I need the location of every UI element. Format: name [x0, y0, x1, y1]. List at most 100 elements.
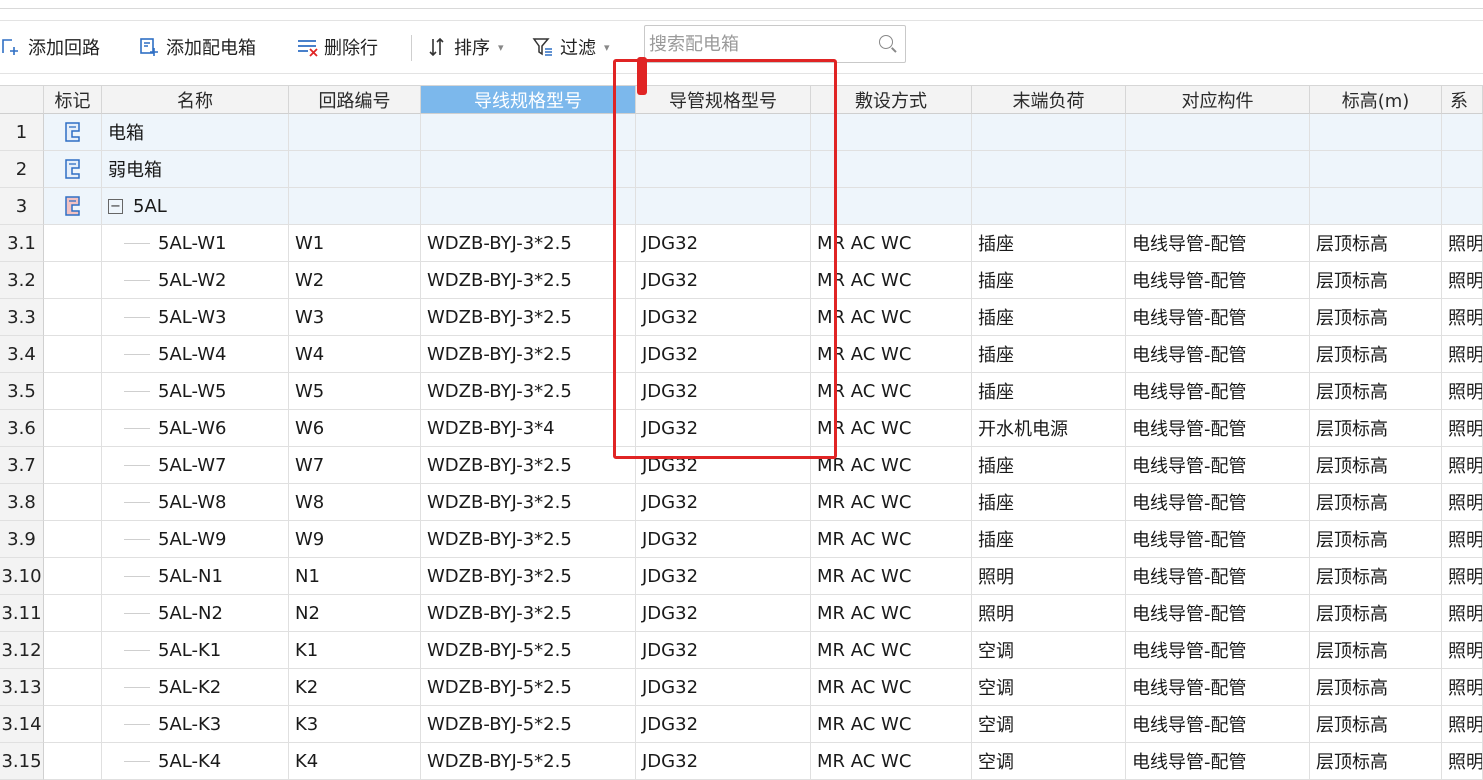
cell-elevation[interactable]: 层顶标高 [1310, 595, 1442, 632]
row-name-cell[interactable]: 5AL-W1 [102, 225, 289, 262]
cell-wire[interactable]: WDZB-BYJ-5*2.5 [421, 706, 636, 743]
row-name-cell[interactable]: 5AL-K2 [102, 669, 289, 706]
table-row[interactable]: 3 −5AL [0, 188, 1483, 225]
cell-elevation[interactable]: 层顶标高 [1310, 632, 1442, 669]
cell-wire[interactable]: WDZB-BYJ-3*2.5 [421, 225, 636, 262]
cell-component[interactable]: 电线导管-配管 [1126, 225, 1310, 262]
cell-sys[interactable]: 照明 [1442, 521, 1483, 558]
add-distribution-box-button[interactable]: 添加配电箱 [138, 33, 256, 61]
cell-laying[interactable]: MR AC WC [811, 336, 972, 373]
row-mark-cell[interactable] [44, 336, 102, 373]
cell-load[interactable]: 插座 [972, 262, 1126, 299]
collapse-icon[interactable]: − [108, 198, 123, 214]
cell-laying[interactable]: MR AC WC [811, 632, 972, 669]
cell-component[interactable]: 电线导管-配管 [1126, 262, 1310, 299]
cell-code[interactable]: W9 [289, 521, 421, 558]
cell-component[interactable]: 电线导管-配管 [1126, 299, 1310, 336]
row-mark-cell[interactable] [44, 410, 102, 447]
cell-code[interactable]: K2 [289, 669, 421, 706]
cell-component[interactable]: 电线导管-配管 [1126, 336, 1310, 373]
row-name-cell[interactable]: 5AL-W6 [102, 410, 289, 447]
cell-code[interactable]: W7 [289, 447, 421, 484]
cell-elevation[interactable]: 层顶标高 [1310, 484, 1442, 521]
search-input[interactable] [649, 30, 869, 58]
cell-component[interactable]: 电线导管-配管 [1126, 743, 1310, 780]
column-header-system[interactable]: 系 [1442, 85, 1483, 114]
table-row[interactable]: 3.5 5AL-W5 W5 WDZB-BYJ-3*2.5 JDG32 MR AC WC 插座… [0, 373, 1483, 410]
column-header-circuit-code[interactable]: 回路编号 [289, 85, 421, 114]
cell-wire[interactable]: WDZB-BYJ-3*2.5 [421, 447, 636, 484]
cell-conduit[interactable]: JDG32 [636, 373, 811, 410]
column-header-laying-method[interactable]: 敷设方式 [811, 85, 972, 114]
cell-sys[interactable]: 照明 [1442, 595, 1483, 632]
cell-load[interactable]: 插座 [972, 484, 1126, 521]
cell-elevation[interactable]: 层顶标高 [1310, 225, 1442, 262]
cell-conduit[interactable]: JDG32 [636, 262, 811, 299]
row-name-cell[interactable]: 5AL-N2 [102, 595, 289, 632]
cell-wire[interactable]: WDZB-BYJ-5*2.5 [421, 669, 636, 706]
cell-sys[interactable]: 照明 [1442, 558, 1483, 595]
cell-elevation[interactable]: 层顶标高 [1310, 410, 1442, 447]
cell-laying[interactable]: MR AC WC [811, 447, 972, 484]
cell-laying[interactable]: MR AC WC [811, 558, 972, 595]
cell-code[interactable]: W5 [289, 373, 421, 410]
cell-load[interactable]: 照明 [972, 558, 1126, 595]
cell-component[interactable]: 电线导管-配管 [1126, 595, 1310, 632]
cell-component[interactable]: 电线导管-配管 [1126, 410, 1310, 447]
cell-laying[interactable]: MR AC WC [811, 706, 972, 743]
cell-code[interactable]: K3 [289, 706, 421, 743]
cell-conduit[interactable]: JDG32 [636, 632, 811, 669]
cell-elevation[interactable]: 层顶标高 [1310, 558, 1442, 595]
table-row[interactable]: 3.9 5AL-W9 W9 WDZB-BYJ-3*2.5 JDG32 MR AC WC 插座… [0, 521, 1483, 558]
cell-elevation[interactable]: 层顶标高 [1310, 336, 1442, 373]
search-icon[interactable] [879, 35, 893, 49]
add-circuit-button[interactable]: 添加回路 [0, 33, 100, 61]
table-row[interactable]: 3.14 5AL-K3 K3 WDZB-BYJ-5*2.5 JDG32 MR AC WC 空… [0, 706, 1483, 743]
cell-laying[interactable]: MR AC WC [811, 521, 972, 558]
cell-load[interactable]: 插座 [972, 447, 1126, 484]
cell-load[interactable]: 空调 [972, 669, 1126, 706]
table-row[interactable]: 3.10 5AL-N1 N1 WDZB-BYJ-3*2.5 JDG32 MR AC WC 照… [0, 558, 1483, 595]
cell-wire[interactable]: WDZB-BYJ-5*2.5 [421, 632, 636, 669]
cell-code[interactable]: W2 [289, 262, 421, 299]
row-name-cell[interactable]: 5AL-K3 [102, 706, 289, 743]
cell-wire[interactable]: WDZB-BYJ-3*4 [421, 410, 636, 447]
row-mark-cell[interactable] [44, 521, 102, 558]
cell-sys[interactable]: 照明 [1442, 743, 1483, 780]
cell-wire[interactable]: WDZB-BYJ-3*2.5 [421, 595, 636, 632]
cell-conduit[interactable]: JDG32 [636, 669, 811, 706]
row-mark-cell[interactable] [44, 595, 102, 632]
cell-load[interactable]: 开水机电源 [972, 410, 1126, 447]
cell-laying[interactable]: MR AC WC [811, 669, 972, 706]
cell-elevation[interactable]: 层顶标高 [1310, 299, 1442, 336]
row-name-cell[interactable]: 5AL-W7 [102, 447, 289, 484]
cell-elevation[interactable]: 层顶标高 [1310, 447, 1442, 484]
cell-laying[interactable]: MR AC WC [811, 595, 972, 632]
cell-sys[interactable]: 照明 [1442, 706, 1483, 743]
chevron-down-icon[interactable]: ▾ [498, 41, 504, 54]
table-row[interactable]: 3.8 5AL-W8 W8 WDZB-BYJ-3*2.5 JDG32 MR AC WC 插座… [0, 484, 1483, 521]
cell-code[interactable]: W8 [289, 484, 421, 521]
cell-conduit[interactable]: JDG32 [636, 595, 811, 632]
cell-code[interactable]: W1 [289, 225, 421, 262]
row-mark-cell[interactable] [44, 299, 102, 336]
cell-code[interactable]: K1 [289, 632, 421, 669]
cell-conduit[interactable]: JDG32 [636, 484, 811, 521]
cell-code[interactable]: N2 [289, 595, 421, 632]
cell-code[interactable]: W4 [289, 336, 421, 373]
chevron-down-icon[interactable]: ▾ [604, 41, 610, 54]
row-name-cell[interactable]: 5AL-W5 [102, 373, 289, 410]
cell-component[interactable]: 电线导管-配管 [1126, 447, 1310, 484]
cell-conduit[interactable]: JDG32 [636, 225, 811, 262]
cell-conduit[interactable]: JDG32 [636, 743, 811, 780]
row-name-cell[interactable]: 5AL-W4 [102, 336, 289, 373]
cell-code[interactable]: K4 [289, 743, 421, 780]
cell-elevation[interactable]: 层顶标高 [1310, 743, 1442, 780]
column-header-mark[interactable]: 标记 [44, 85, 102, 114]
cell-sys[interactable]: 照明 [1442, 484, 1483, 521]
row-name-cell[interactable]: 5AL-K4 [102, 743, 289, 780]
cell-wire[interactable]: WDZB-BYJ-3*2.5 [421, 521, 636, 558]
delete-row-button[interactable]: 删除行 [296, 33, 378, 61]
row-mark-cell[interactable] [44, 447, 102, 484]
cell-sys[interactable]: 照明 [1442, 373, 1483, 410]
